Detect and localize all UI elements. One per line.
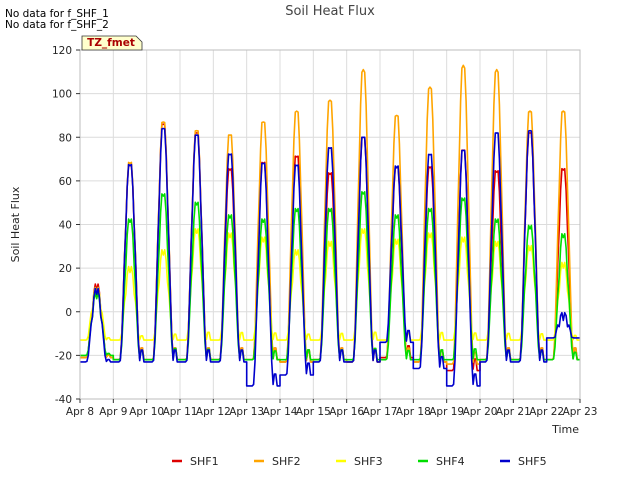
- x-tick-label: Apr 20: [463, 406, 498, 418]
- legend-label-shf1: SHF1: [190, 455, 219, 468]
- x-tick-label: Apr 19: [429, 406, 464, 418]
- y-tick-label: 0: [65, 307, 72, 319]
- x-tick-label: Apr 17: [363, 406, 398, 418]
- x-tick-label: Apr 23: [563, 406, 598, 418]
- legend-label-shf4: SHF4: [436, 455, 465, 468]
- x-tick-label: Apr 9: [99, 406, 127, 418]
- legend-label-shf5: SHF5: [518, 455, 547, 468]
- x-tick-label: Apr 18: [396, 406, 431, 418]
- legend-label-shf3: SHF3: [354, 455, 383, 468]
- x-tick-label: Apr 21: [496, 406, 531, 418]
- x-tick-label: Apr 22: [529, 406, 564, 418]
- x-tick-label: Apr 10: [129, 406, 164, 418]
- soil-heat-flux-chart: -40-20020406080100120Apr 8 Apr 9 Apr 10Apr…: [9, 4, 598, 468]
- y-tick-label: 80: [59, 132, 72, 144]
- x-tick-label: Apr 11: [163, 406, 198, 418]
- x-tick-label: Apr 12: [196, 406, 231, 418]
- y-tick-label: 20: [59, 263, 72, 275]
- x-axis-label: Time: [551, 423, 579, 436]
- x-tick-label: Apr 16: [329, 406, 364, 418]
- x-tick-label: Apr 14: [263, 406, 298, 418]
- y-tick-label: 40: [59, 220, 72, 232]
- site-label: TZ_fmet: [87, 37, 135, 49]
- legend-label-shf2: SHF2: [272, 455, 301, 468]
- x-tick-label: Apr 15: [296, 406, 331, 418]
- chart-title: Soil Heat Flux: [285, 4, 375, 19]
- x-tick-label: Apr 13: [229, 406, 264, 418]
- y-tick-label: 100: [52, 89, 72, 101]
- y-tick-label: -40: [55, 394, 72, 406]
- y-axis-label: Soil Heat Flux: [9, 186, 22, 262]
- y-tick-label: 120: [52, 45, 72, 57]
- y-tick-label: -20: [55, 350, 72, 362]
- x-tick-label: Apr 8: [66, 406, 94, 418]
- y-tick-label: 60: [59, 176, 72, 188]
